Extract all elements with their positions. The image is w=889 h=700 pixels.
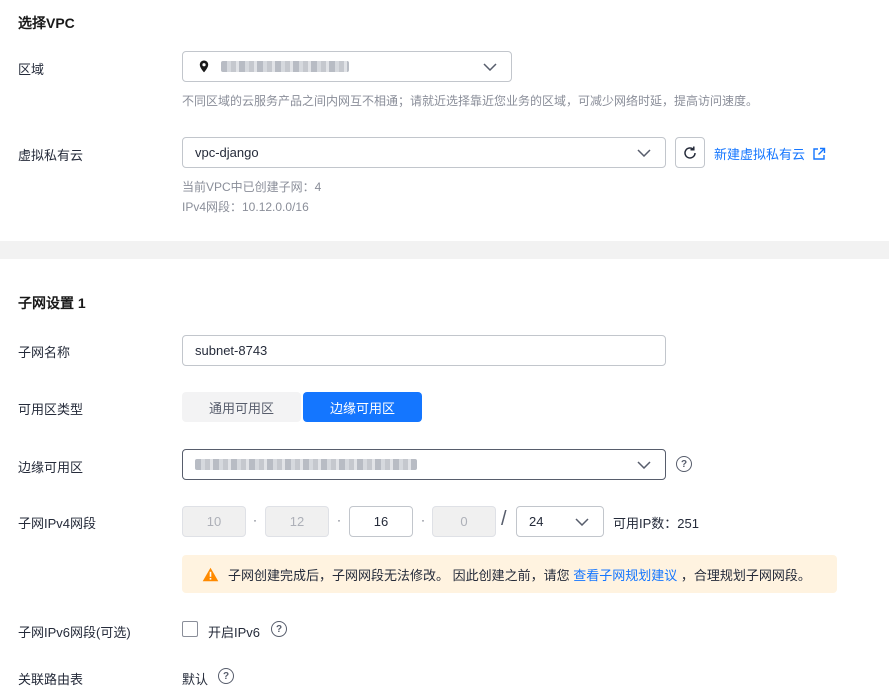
- edge-az-select[interactable]: [182, 449, 666, 480]
- create-vpc-link[interactable]: 新建虚拟私有云: [714, 144, 826, 163]
- az-type-label: 可用区类型: [18, 402, 84, 417]
- ipv4-octet-3[interactable]: 16: [349, 506, 413, 537]
- route-table-value: 默认: [182, 672, 209, 687]
- help-icon[interactable]: ?: [271, 621, 287, 637]
- region-hint: 不同区域的云服务产品之间内网互不相通；请就近选择靠近您业务的区域，可减少网络时延…: [182, 94, 759, 108]
- vpc-select[interactable]: vpc-django: [182, 137, 666, 168]
- warning-text-after: ，合理规划子网网段。: [677, 567, 811, 583]
- ipv4-dot: ·: [253, 513, 257, 527]
- warning-text-before: 子网创建完成后，子网网段无法修改。 因此创建之前，请您: [228, 567, 574, 583]
- ipv4-dot: ·: [337, 513, 341, 527]
- ipv6-label: 子网IPv6网段(可选): [18, 625, 131, 640]
- ipv6-checkbox[interactable]: [182, 621, 198, 637]
- refresh-icon: [684, 146, 696, 159]
- chevron-down-icon: [637, 148, 651, 157]
- subnet-name-label: 子网名称: [18, 345, 71, 360]
- warning-icon: [202, 567, 219, 581]
- subnet-warning-banner: 子网创建完成后，子网网段无法修改。 因此创建之前，请您 查看子网规划建议 ，合理…: [182, 555, 837, 593]
- subnet-name-input[interactable]: subnet-8743: [182, 335, 666, 366]
- ipv4-octet-1[interactable]: 10: [182, 506, 246, 537]
- vpc-subnet-count: 当前VPC中已创建子网：4: [182, 180, 322, 194]
- vpc-label: 虚拟私有云: [18, 148, 84, 163]
- route-table-label: 关联路由表: [18, 672, 84, 687]
- subnet-planning-link[interactable]: 查看子网规划建议: [573, 565, 677, 584]
- create-vpc-link-text: 新建虚拟私有云: [714, 147, 806, 162]
- az-type-general-option[interactable]: 通用可用区: [182, 392, 301, 422]
- vpc-section-title: 选择VPC: [18, 15, 75, 31]
- external-link-icon: [813, 147, 826, 160]
- edge-az-label: 边缘可用区: [18, 460, 84, 475]
- ipv4-dot: ·: [421, 513, 425, 527]
- edge-az-value-redacted: [195, 459, 417, 470]
- help-icon[interactable]: ?: [218, 668, 234, 684]
- vpc-ipv4-range: IPv4网段：10.12.0.0/16: [182, 200, 309, 214]
- ipv4-slash: /: [501, 508, 507, 530]
- section-divider: [0, 241, 889, 259]
- region-label: 区域: [18, 62, 45, 77]
- refresh-button[interactable]: [675, 137, 705, 168]
- region-select[interactable]: [182, 51, 512, 82]
- ipv4-mask-select[interactable]: 24: [516, 506, 604, 537]
- available-ip-count: 可用IP数：251: [613, 516, 699, 531]
- ipv4-octet-4[interactable]: 0: [432, 506, 496, 537]
- vpc-select-value: vpc-django: [195, 145, 259, 160]
- ipv6-checkbox-label[interactable]: 开启IPv6: [208, 622, 260, 641]
- chevron-down-icon: [637, 460, 651, 469]
- help-icon[interactable]: ?: [676, 456, 692, 472]
- ipv4-octet-2[interactable]: 12: [265, 506, 329, 537]
- region-value-redacted: [221, 61, 349, 72]
- chevron-down-icon: [575, 517, 589, 526]
- location-pin-icon: [199, 60, 209, 73]
- ipv4-mask-value: 24: [529, 514, 544, 529]
- az-type-edge-option[interactable]: 边缘可用区: [303, 392, 422, 422]
- subnet-name-value: subnet-8743: [195, 343, 268, 358]
- ipv4-label: 子网IPv4网段: [18, 516, 97, 531]
- subnet-section-title: 子网设置 1: [18, 295, 86, 311]
- chevron-down-icon: [483, 62, 497, 71]
